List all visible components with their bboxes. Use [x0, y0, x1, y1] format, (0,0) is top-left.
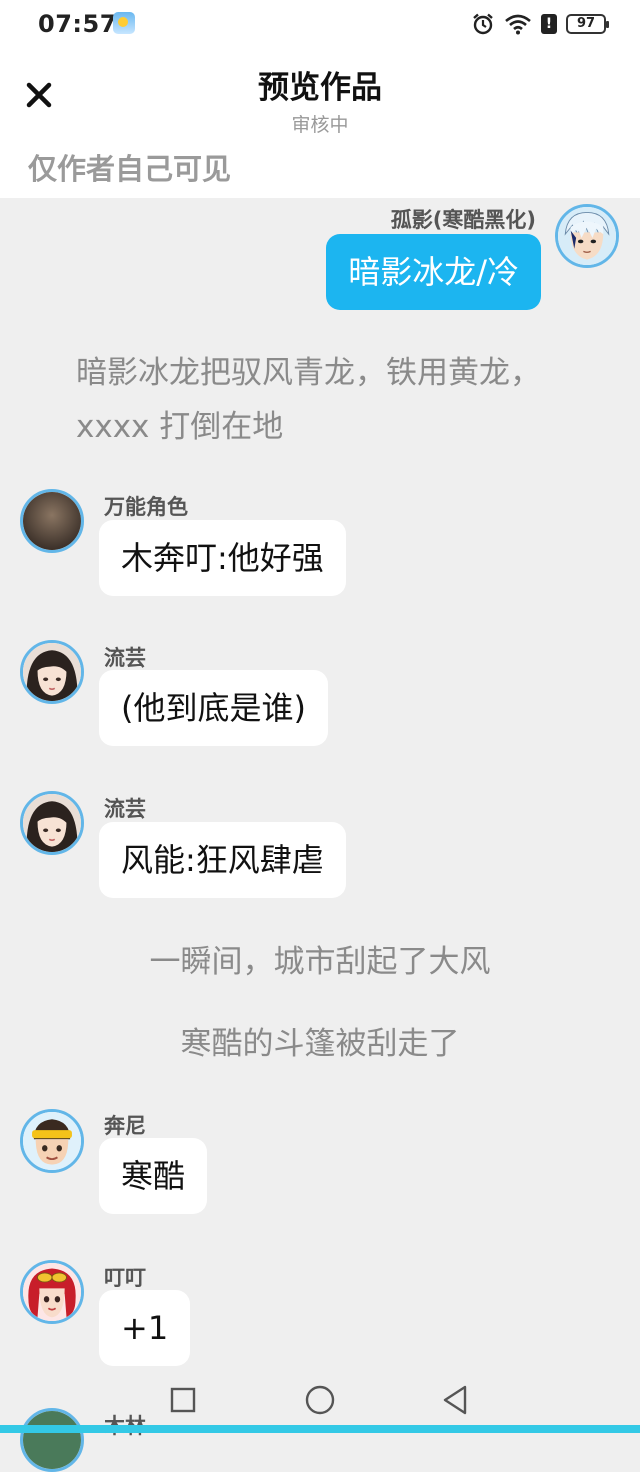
message-bubble[interactable]: 木奔叮:他好强 [99, 520, 346, 596]
weather-sun-icon [113, 12, 135, 34]
speaker-name: 流芸 [104, 797, 146, 821]
speaker-name: 万能角色 [104, 495, 188, 519]
wanneng-avatar[interactable] [20, 489, 84, 553]
benni-avatar[interactable] [20, 1109, 84, 1173]
status-time: 07:57 [38, 10, 117, 38]
alarm-icon [471, 12, 495, 36]
status-icons: ! 97 [471, 11, 609, 37]
narration-text: 一瞬间，城市刮起了大风 [149, 944, 491, 980]
header: 预览作品 审核中 仅作者自己可见 [0, 48, 640, 198]
status-bar: 07:57 ! 97 [0, 0, 640, 48]
battery-icon: 97 [566, 14, 609, 34]
message-bubble[interactable]: (他到底是谁) [99, 670, 328, 746]
message-bubble[interactable]: 暗影冰龙/冷 [326, 234, 541, 310]
liuyun-avatar[interactable] [20, 640, 84, 704]
message-bubble[interactable]: 寒酷 [99, 1138, 208, 1214]
dingding-avatar[interactable] [20, 1260, 84, 1324]
back-button[interactable] [437, 1382, 473, 1418]
speaker-name: 叮叮 [104, 1266, 146, 1290]
bottom-accent-bar [0, 1425, 640, 1433]
recent-apps-button[interactable] [165, 1382, 201, 1418]
speaker-name: 孤影(寒酷黑化) [390, 208, 536, 232]
page-title: 预览作品 [258, 70, 382, 106]
alert-icon: ! [541, 14, 557, 34]
wifi-icon [504, 13, 532, 35]
message-bubble[interactable]: +1 [99, 1290, 191, 1366]
home-button[interactable] [302, 1382, 338, 1418]
guying-avatar[interactable] [555, 204, 619, 268]
speaker-name: 流芸 [104, 646, 146, 670]
speaker-name: 奔尼 [104, 1114, 146, 1138]
message-bubble[interactable]: 风能:狂风肆虐 [99, 822, 346, 898]
system-navigation-bar [0, 1372, 640, 1424]
visibility-note: 仅作者自己可见 [28, 152, 232, 186]
narration-text: 寒酷的斗篷被刮走了 [180, 1026, 460, 1062]
narration-text: 暗影冰龙把驭风青龙，铁用黄龙，xxxx 打倒在地 [76, 355, 541, 445]
review-status: 审核中 [291, 114, 349, 136]
liuyun-avatar[interactable] [20, 791, 84, 855]
